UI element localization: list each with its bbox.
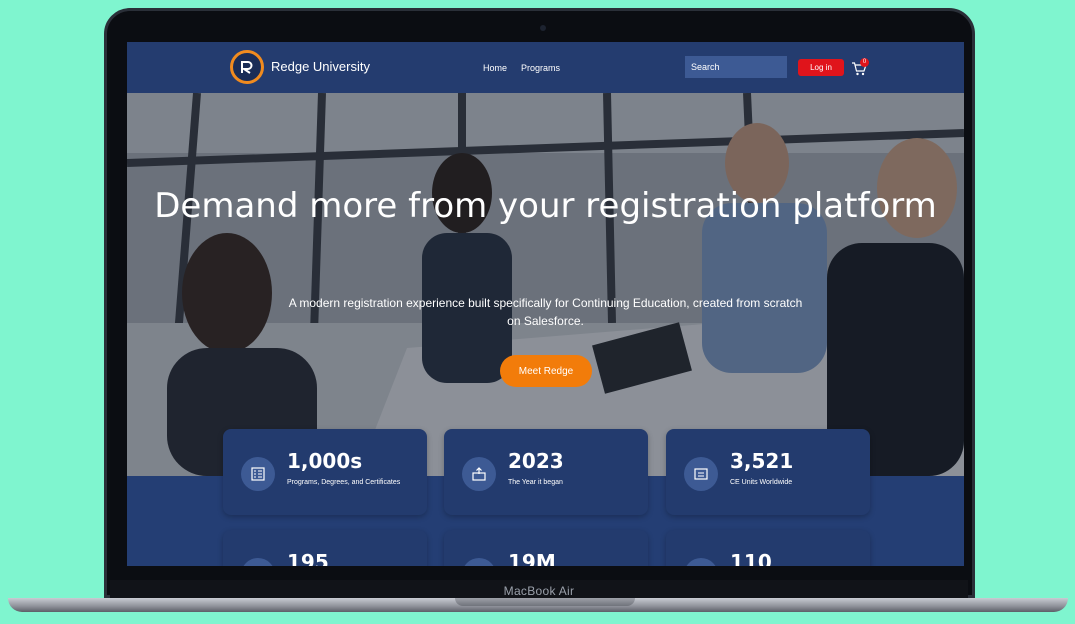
brand-name[interactable]: Redge University (271, 59, 370, 74)
login-button[interactable]: Log in (798, 59, 844, 76)
stat-value: 3,521 (730, 449, 794, 473)
navbar: Redge University Home Programs Log in 0 (127, 42, 964, 94)
stat-card: 195 (223, 530, 427, 566)
upload-icon (462, 558, 496, 566)
stat-card: 2023 The Year it began (444, 429, 648, 515)
hero-overlay (127, 93, 964, 476)
hero-subtitle: A modern registration experience built s… (288, 296, 803, 328)
stat-value: 19M (508, 550, 556, 566)
certificate-list-icon (241, 457, 275, 491)
stat-label: CE Units Worldwide (730, 479, 793, 486)
stat-label: The Year it began (508, 479, 563, 486)
id-card-icon (684, 457, 718, 491)
stat-card: 1,000s Programs, Degrees, and Certificat… (223, 429, 427, 515)
stat-label: Programs, Degrees, and Certificates (287, 479, 401, 486)
stat-card: 110 (666, 530, 870, 566)
camera-icon (540, 25, 546, 31)
stat-value: 195 (287, 550, 329, 566)
nav-home-link[interactable]: Home (483, 63, 507, 73)
monitor-icon (684, 558, 718, 566)
hero-banner: Demand more from your registration platf… (127, 93, 964, 476)
stat-value: 110 (730, 550, 772, 566)
redge-logo-icon[interactable] (230, 50, 264, 84)
meet-redge-button[interactable]: Meet Redge (500, 355, 592, 387)
screen: Redge University Home Programs Log in 0 (127, 42, 964, 566)
stat-value: 1,000s (287, 449, 363, 473)
building-upload-icon (462, 457, 496, 491)
graduation-cap-icon (241, 558, 275, 566)
stat-card: 19M (444, 530, 648, 566)
hero-title: Demand more from your registration platf… (154, 186, 937, 226)
stat-card: 3,521 CE Units Worldwide (666, 429, 870, 515)
search-input[interactable] (685, 56, 787, 78)
stat-value: 2023 (508, 449, 564, 473)
cart-count-badge: 0 (860, 58, 869, 67)
device-label: MacBook Air (503, 584, 575, 598)
nav-programs-link[interactable]: Programs (521, 63, 560, 73)
laptop-base-notch (455, 598, 635, 606)
